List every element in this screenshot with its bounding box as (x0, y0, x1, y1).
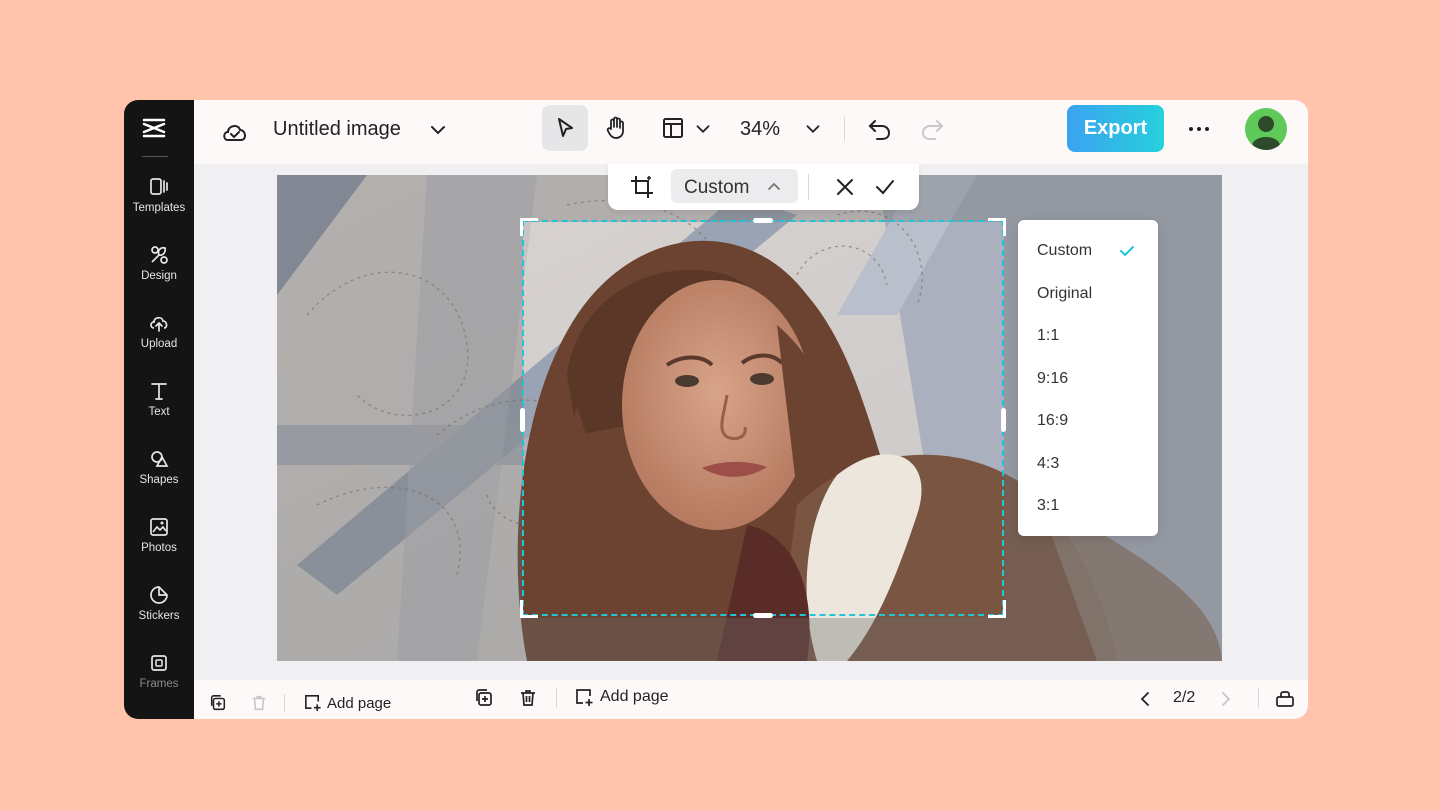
ratio-option-1-1[interactable]: 1:1 (1037, 327, 1059, 345)
close-icon[interactable] (832, 174, 858, 200)
duplicate-page-icon[interactable] (209, 694, 227, 712)
duplicate-page-icon[interactable] (474, 688, 494, 708)
crop-mask (277, 222, 523, 661)
redo-icon[interactable] (918, 115, 946, 143)
crop-mask (523, 618, 1004, 661)
crop-handle-right[interactable] (1001, 408, 1006, 432)
sidebar-item-label: Design (141, 270, 177, 282)
add-page-label[interactable]: Add page (327, 695, 391, 712)
check-icon[interactable] (872, 174, 898, 200)
sidebar-item-photos[interactable]: Photos (124, 516, 194, 572)
sidebar-item-label: Shapes (139, 474, 178, 486)
add-page-icon[interactable] (303, 693, 322, 712)
ratio-option-original[interactable]: Original (1037, 285, 1092, 303)
hand-icon (603, 115, 629, 141)
add-page-label[interactable]: Add page (600, 688, 669, 706)
capcut-logo-icon[interactable] (140, 114, 168, 142)
chevron-left-icon[interactable] (1135, 689, 1155, 709)
ratio-option-custom[interactable]: Custom (1037, 242, 1092, 260)
select-tool-button[interactable] (542, 105, 588, 151)
sidebar-item-templates[interactable]: Templates (124, 176, 194, 232)
checkmark-icon (1118, 242, 1136, 260)
chevron-down-icon[interactable] (692, 118, 714, 140)
pointer-icon (552, 115, 578, 141)
crop-handle-top-left[interactable] (520, 218, 538, 236)
templates-icon (148, 176, 170, 198)
crop-handle-bottom[interactable] (753, 613, 773, 618)
top-toolbar: Untitled image 34% Export (194, 100, 1308, 164)
sidebar-item-text[interactable]: Text (124, 380, 194, 436)
chevron-up-icon (765, 177, 783, 195)
sidebar-item-frames[interactable]: Frames (124, 652, 194, 708)
chevron-right-icon[interactable] (1216, 689, 1236, 709)
sidebar-item-label: Photos (141, 542, 177, 554)
chevron-down-icon[interactable] (426, 118, 450, 142)
stickers-icon (148, 584, 170, 606)
sidebar-item-design[interactable]: Design (124, 244, 194, 300)
sidebar-item-stickers[interactable]: Stickers (124, 584, 194, 640)
photos-icon (148, 516, 170, 538)
frames-icon (148, 652, 170, 674)
toolbar-divider (284, 694, 285, 712)
delete-page-icon[interactable] (250, 694, 268, 712)
aspect-ratio-value: Custom (684, 177, 749, 199)
toolbar-divider (556, 688, 557, 708)
editor-window: Templates Design Upload Text Shapes Phot… (124, 100, 1308, 719)
layout-icon (660, 115, 686, 141)
crop-icon[interactable] (628, 173, 656, 201)
upload-icon (148, 312, 170, 334)
sidebar-item-label: Templates (133, 202, 185, 214)
user-avatar[interactable] (1245, 108, 1287, 150)
sidebar-item-label: Stickers (139, 610, 180, 622)
toolbar-divider (1258, 688, 1259, 708)
canvas-area: Custom Custom Original 1:1 9:16 16:9 4:3… (194, 164, 1308, 680)
sidebar-item-upload[interactable]: Upload (124, 312, 194, 368)
crop-toolbar: Custom (608, 164, 919, 210)
aspect-ratio-menu: Custom Original 1:1 9:16 16:9 4:3 3:1 (1018, 220, 1158, 536)
page-panel-icon[interactable] (1275, 689, 1295, 709)
shapes-icon (148, 448, 170, 470)
ratio-option-4-3[interactable]: 4:3 (1037, 455, 1059, 473)
crop-handle-left[interactable] (520, 408, 525, 432)
sidebar: Templates Design Upload Text Shapes Phot… (124, 100, 194, 719)
export-button[interactable]: Export (1067, 105, 1164, 152)
document-title[interactable]: Untitled image (273, 118, 401, 141)
user-icon (1245, 108, 1287, 150)
design-icon (148, 244, 170, 266)
aspect-ratio-select[interactable]: Custom (671, 169, 798, 203)
sidebar-item-label: Text (148, 406, 169, 418)
crop-handle-top[interactable] (753, 218, 773, 223)
undo-icon[interactable] (866, 115, 894, 143)
page-indicator: 2/2 (1173, 689, 1195, 707)
toolbar-divider (808, 174, 809, 200)
chevron-down-icon[interactable] (802, 118, 824, 140)
crop-selection[interactable] (522, 220, 1004, 616)
ratio-option-16-9[interactable]: 16:9 (1037, 412, 1068, 430)
more-options-icon[interactable] (1184, 116, 1214, 142)
layout-button[interactable] (650, 105, 696, 151)
hand-tool-button[interactable] (593, 105, 639, 151)
crop-handle-top-right[interactable] (988, 218, 1006, 236)
sidebar-item-shapes[interactable]: Shapes (124, 448, 194, 504)
sidebar-divider (142, 156, 168, 157)
sidebar-item-label: Frames (140, 678, 179, 690)
delete-page-icon[interactable] (518, 688, 538, 708)
add-page-icon[interactable] (574, 687, 594, 707)
ratio-option-3-1[interactable]: 3:1 (1037, 497, 1059, 515)
bottom-toolbar: Add page Add page 2/2 (194, 680, 1308, 719)
toolbar-divider (844, 117, 845, 141)
crop-handle-bottom-right[interactable] (988, 600, 1006, 618)
ratio-option-9-16[interactable]: 9:16 (1037, 370, 1068, 388)
sidebar-item-label: Upload (141, 338, 177, 350)
text-icon (148, 380, 170, 402)
cloud-save-icon[interactable] (220, 117, 250, 147)
crop-handle-bottom-left[interactable] (520, 600, 538, 618)
zoom-level[interactable]: 34% (740, 118, 780, 141)
